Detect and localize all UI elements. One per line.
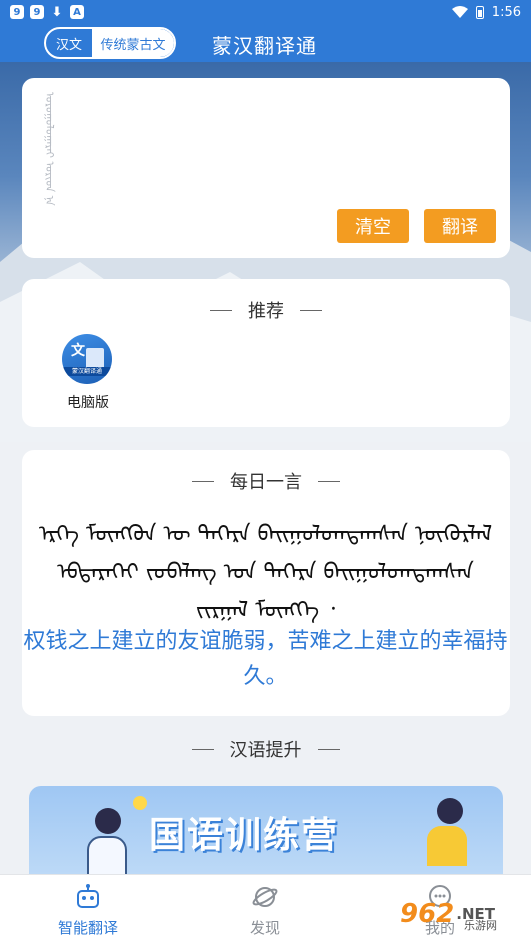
app-header: 汉文 传统蒙古文 蒙汉翻译通 xyxy=(0,24,531,62)
chinese-quote: 权钱之上建立的友谊脆弱，苦难之上建立的幸福持久。 xyxy=(23,629,508,690)
nav-label[interactable]: 智能翻译 xyxy=(28,917,148,938)
app-icon-caption: 蒙汉翻译通 xyxy=(62,367,112,376)
translate-button[interactable]: 翻译 xyxy=(424,209,496,243)
recommend-title-text: 推荐 xyxy=(248,301,284,322)
watermark-logo: 962 xyxy=(400,899,455,929)
download-icon: ⬇ xyxy=(51,4,63,20)
app-9-icon: 9 xyxy=(30,5,44,19)
improve-title-text: 汉语提升 xyxy=(229,740,302,761)
translation-input-card[interactable]: ᠣᠷᠣᠭᠤᠯᠤᠭᠠᠷᠠᠢ ᠤᠷᠢᠳ ᠨᠡ 清空 翻译 xyxy=(22,78,510,258)
clear-button[interactable]: 清空 xyxy=(337,209,409,243)
divider xyxy=(192,480,214,482)
app-icon-character: 文 xyxy=(71,343,85,359)
lang-option-chinese[interactable]: 汉文 xyxy=(46,29,92,57)
planet-icon xyxy=(252,887,278,907)
divider xyxy=(191,748,214,750)
divider xyxy=(318,480,340,482)
divider xyxy=(210,309,232,311)
banner-text: 国语训练营 xyxy=(149,815,340,856)
app-9-icon: 9 xyxy=(10,5,24,19)
input-placeholder[interactable]: ᠣᠷᠣᠭᠤᠯᠤᠭᠠᠷᠠᠢ ᠤᠷᠢᠳ ᠨᠡ xyxy=(40,92,59,206)
recommend-item-label[interactable]: 电脑版 xyxy=(54,392,122,412)
translator-app-icon[interactable]: 文 蒙汉翻译通 xyxy=(62,334,112,384)
site-watermark: 962 .NET 乐游网 xyxy=(400,893,526,935)
mongolian-quote-line: ᠵᠢᠷᠭᠠᠯ ᠮᠥᠩᠬᠡ ᠂ xyxy=(195,598,336,623)
divider xyxy=(300,309,322,311)
wifi-icon xyxy=(451,6,468,18)
training-camp-banner[interactable]: 国语训练营 xyxy=(29,786,503,874)
a-icon: A xyxy=(70,5,84,19)
robot-icon xyxy=(77,884,99,908)
lightbulb-icon xyxy=(133,796,147,810)
nav-label[interactable]: 发现 xyxy=(205,917,325,938)
nav-discover[interactable]: 发现 xyxy=(205,883,325,938)
app-title: 蒙汉翻译通 xyxy=(212,34,317,58)
status-bar: 9 9 ⬇ A 1:56 xyxy=(0,0,531,24)
boy-illustration xyxy=(87,808,127,874)
recommend-item-desktop[interactable]: 文 蒙汉翻译通 电脑版 xyxy=(62,334,114,412)
lang-option-mongolian[interactable]: 传统蒙古文 xyxy=(92,29,174,57)
mongolian-quote-line: ᠡᠪᠳᠡᠷᠡᠬᠡᠢ ᠵᠣᠪᠠᠯᠠᠩ ᠤᠨ ᠳᠡᠭᠡᠷᠡ ᠪᠠᠢᠭᠤᠯᠤᠭᠳᠠᠭᠰ… xyxy=(57,560,474,585)
status-notifications: 9 9 ⬇ A xyxy=(10,4,84,20)
mongolian-quote-line: ᠡᠷᠬᠡ ᠮᠥᠩᠭᠦᠨ ᠦ ᠳᠡᠭᠡᠷᠡ ᠪᠠᠢᠭᠤᠯᠤᠭᠳᠠᠭᠰᠠᠨ ᠨᠥᠬᠦ… xyxy=(38,522,493,547)
nav-smart-translate[interactable]: 智能翻译 xyxy=(28,883,148,938)
divider xyxy=(317,748,340,750)
daily-title: 每日一言 xyxy=(22,468,510,494)
improve-title: 汉语提升 xyxy=(0,736,531,762)
status-system: 1:56 xyxy=(451,4,521,20)
recommend-card: 推荐 文 蒙汉翻译通 电脑版 xyxy=(22,279,510,427)
language-toggle[interactable]: 汉文 传统蒙古文 xyxy=(44,27,176,59)
status-time: 1:56 xyxy=(491,4,521,20)
battery-icon xyxy=(475,5,484,19)
recommend-title: 推荐 xyxy=(22,297,510,323)
daily-title-text: 每日一言 xyxy=(230,472,302,493)
girl-illustration xyxy=(427,798,467,866)
watermark-sub: 乐游网 xyxy=(464,919,497,932)
